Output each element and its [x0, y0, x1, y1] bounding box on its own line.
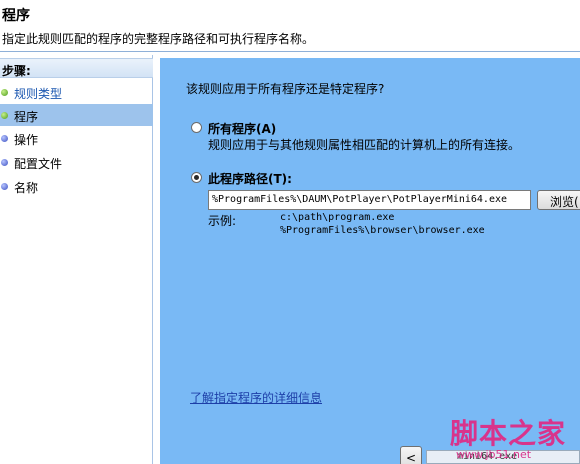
step-pending-icon: [1, 183, 8, 190]
example-label: 示例:: [208, 214, 237, 228]
example-path: c:\path\program.exe: [280, 212, 395, 223]
steps-heading: 步骤:: [0, 58, 153, 78]
step-complete-icon: [1, 112, 8, 119]
step-label: 配置文件: [14, 157, 63, 171]
learn-more-link[interactable]: 了解指定程序的详细信息: [190, 389, 322, 406]
this-program-label[interactable]: 此程序路径(T):: [208, 170, 292, 187]
example-path: %ProgramFiles%\browser\browser.exe: [280, 225, 485, 236]
step-action[interactable]: 操作: [0, 127, 153, 149]
this-program-radio[interactable]: [191, 172, 202, 183]
step-name[interactable]: 名称: [0, 175, 153, 197]
step-program[interactable]: 程序: [0, 104, 153, 126]
step-rule-type[interactable]: 规则类型: [0, 81, 153, 103]
back-button[interactable]: <: [400, 446, 422, 464]
watermark-url: www.jb51.net: [456, 448, 532, 461]
page-description: 指定此规则匹配的程序的完整程序路径和可执行程序名称。: [2, 32, 315, 46]
all-programs-radio[interactable]: [191, 122, 202, 133]
steps-sidebar: 步骤: 规则类型 程序 操作 配置文件 名称: [0, 55, 153, 464]
step-label: 操作: [14, 133, 39, 147]
all-programs-label[interactable]: 所有程序(A): [208, 120, 276, 137]
browse-button[interactable]: 浏览(: [537, 190, 580, 210]
step-label: 名称: [14, 181, 39, 195]
step-label: 规则类型: [14, 87, 63, 101]
step-pending-icon: [1, 159, 8, 166]
program-path-input[interactable]: %ProgramFiles%\DAUM\PotPlayer\PotPlayerM…: [208, 190, 531, 210]
watermark-logo: 脚本之家: [450, 417, 567, 450]
step-complete-icon: [1, 89, 8, 96]
wizard-header: 程序 指定此规则匹配的程序的完整程序路径和可执行程序名称。: [0, 0, 580, 52]
page-title: 程序: [2, 8, 30, 24]
all-programs-description: 规则应用于与其他规则属性相匹配的计算机上的所有连接。: [208, 138, 521, 152]
steps-heading-label: 步骤:: [2, 64, 31, 78]
scope-question: 该规则应用于所有程序还是特定程序?: [186, 82, 385, 96]
step-label: 程序: [14, 110, 39, 124]
step-profile[interactable]: 配置文件: [0, 151, 153, 173]
step-pending-icon: [1, 135, 8, 142]
main-panel: 该规则应用于所有程序还是特定程序? 所有程序(A) 规则应用于与其他规则属性相匹…: [160, 58, 580, 464]
